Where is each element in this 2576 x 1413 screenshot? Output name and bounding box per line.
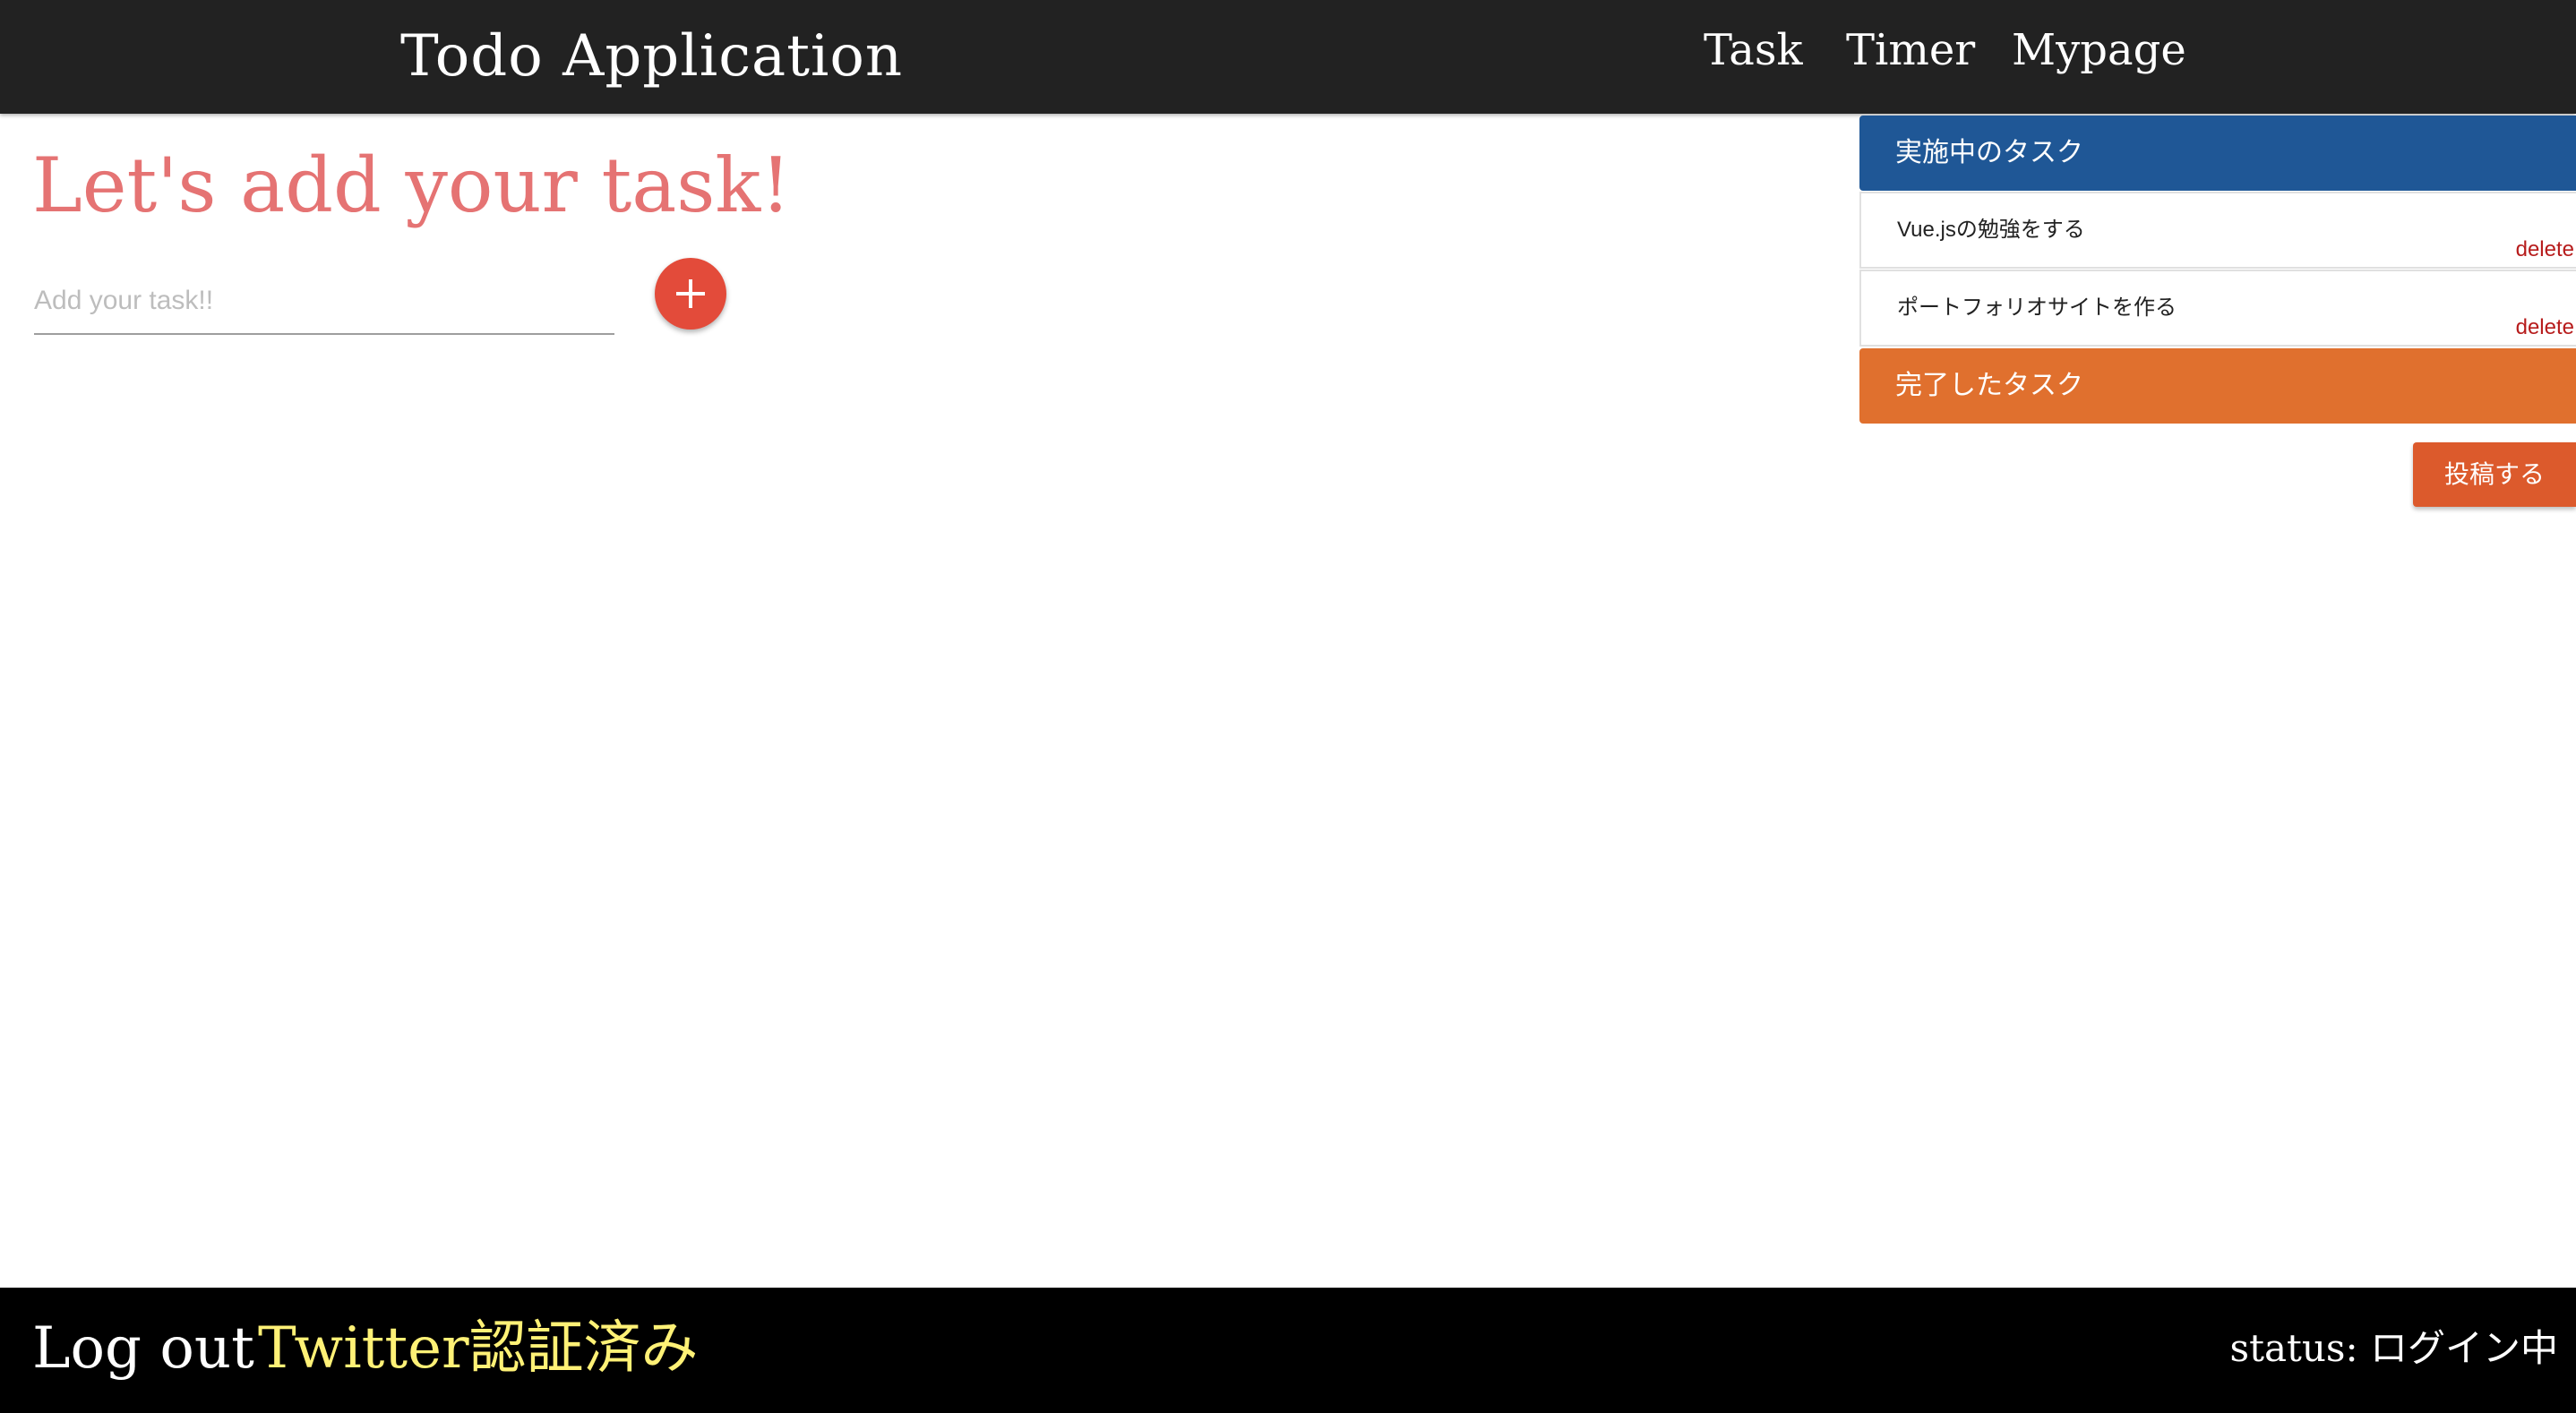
nav-timer-link[interactable]: Timer <box>1846 21 1975 79</box>
twitter-auth-status: Twitter認証済み <box>258 1315 699 1382</box>
task-input[interactable] <box>34 269 614 335</box>
post-button[interactable]: 投稿する <box>2413 442 2576 507</box>
completed-tasks-header[interactable]: 完了したタスク <box>1859 348 2576 424</box>
nav-mypage-link[interactable]: Mypage <box>2012 21 2186 79</box>
logout-link[interactable]: Log out <box>32 1313 254 1384</box>
top-navbar: Todo Application Task Timer Mypage <box>0 0 2576 114</box>
add-task-button[interactable] <box>655 258 726 330</box>
task-item-text: ポートフォリオサイトを作る <box>1897 295 2177 320</box>
task-item[interactable]: Vue.jsの勉強をする delete <box>1859 192 2576 269</box>
delete-task-link[interactable]: delete <box>2516 314 2574 341</box>
task-item[interactable]: ポートフォリオサイトを作る delete <box>1859 270 2576 347</box>
delete-task-link[interactable]: delete <box>2516 236 2574 263</box>
nav-task-link[interactable]: Task <box>1704 21 1803 79</box>
footer: Log out Twitter認証済み status: ログイン中 <box>0 1288 2576 1413</box>
active-tasks-header[interactable]: 実施中のタスク <box>1859 116 2576 191</box>
task-item-text: Vue.jsの勉強をする <box>1897 218 2085 242</box>
plus-icon <box>676 279 705 308</box>
page-heading: Let's add your task! <box>32 141 792 229</box>
login-status: status: ログイン中 <box>2229 1326 2558 1370</box>
app-title[interactable]: Todo Application <box>400 20 903 93</box>
